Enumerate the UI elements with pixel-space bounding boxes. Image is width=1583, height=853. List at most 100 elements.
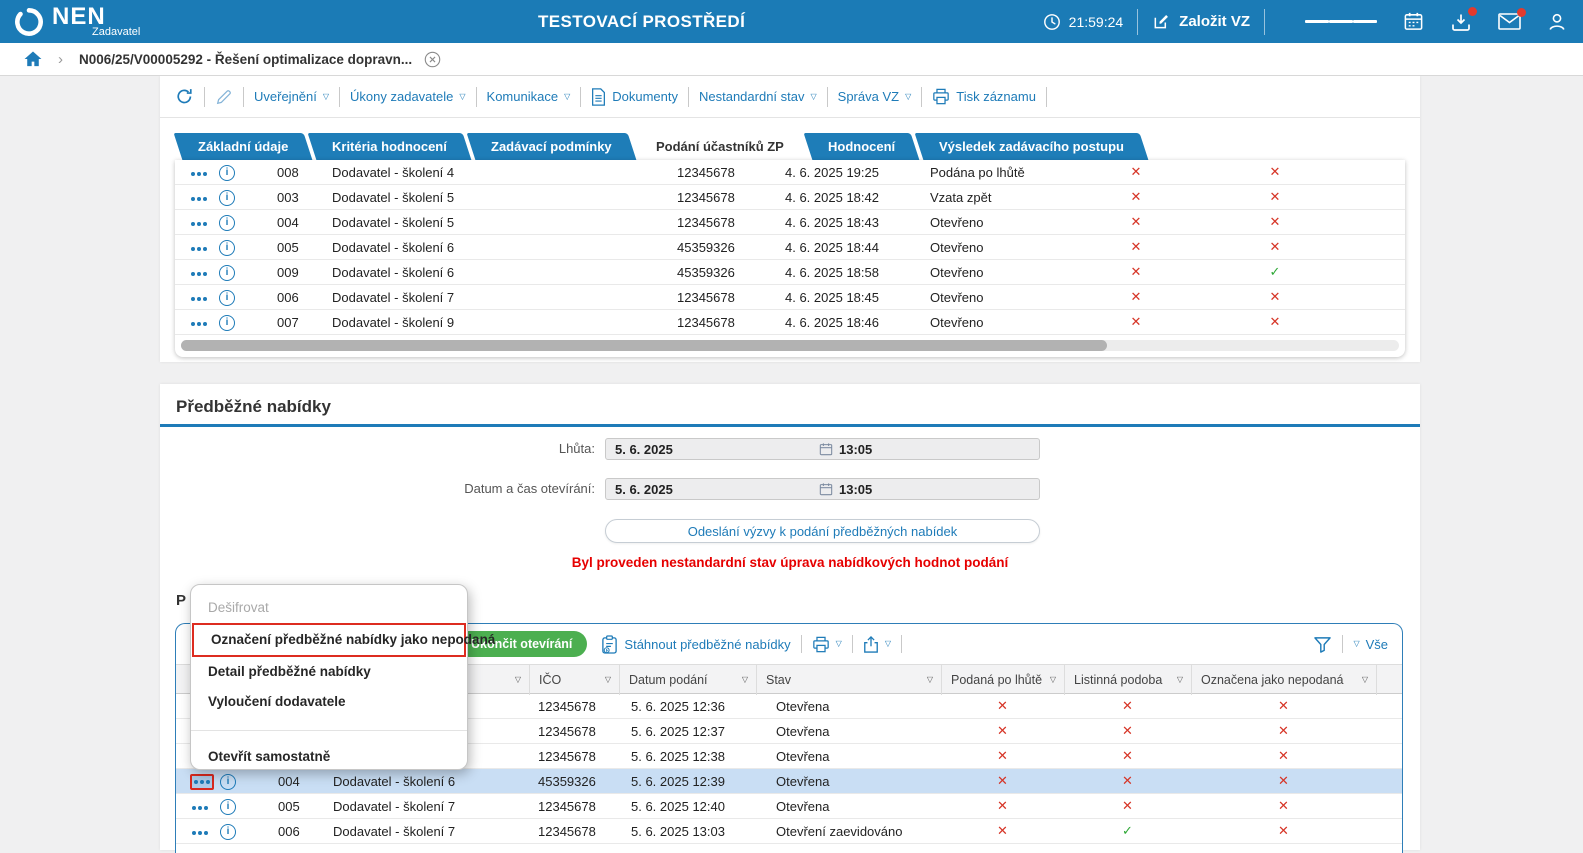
lhuta-field[interactable]: 5. 6. 2025 13:05 xyxy=(605,438,1040,460)
info-icon[interactable]: i xyxy=(220,824,236,840)
lhuta-time-input[interactable]: 13:05 xyxy=(833,442,872,457)
mark-po-lhute: ✕ xyxy=(941,699,1064,714)
print-table-button[interactable]: ▽ xyxy=(812,636,842,653)
menu-item-detail[interactable]: Detail předběžné nabídky xyxy=(191,657,467,687)
menu-tisk-zaznamu[interactable]: Tisk záznamu xyxy=(932,88,1036,105)
mark-nepodana: ✕ xyxy=(1191,774,1376,789)
info-icon[interactable]: i xyxy=(219,215,235,231)
record-toolbar: Uveřejnění▽ Úkony zadavatele▽ Komunikace… xyxy=(160,76,1420,118)
menu-dokumenty[interactable]: Dokumenty xyxy=(591,88,678,106)
row-actions-icon[interactable] xyxy=(192,776,212,788)
column-filter-icon[interactable]: ▽ xyxy=(1362,665,1368,695)
user-profile-icon[interactable] xyxy=(1547,12,1567,32)
column-filter-icon[interactable]: ▽ xyxy=(1050,665,1056,695)
edit-record-icon[interactable] xyxy=(215,88,233,106)
row-actions-icon[interactable] xyxy=(189,243,209,255)
row-number: 005 xyxy=(247,240,317,255)
row-actions-icon[interactable] xyxy=(189,218,209,230)
info-icon[interactable]: i xyxy=(219,265,235,281)
row-actions-icon[interactable] xyxy=(190,802,210,814)
downloads-icon[interactable] xyxy=(1450,12,1472,32)
menu-item-vylouceni[interactable]: Vyloučení dodavatele xyxy=(191,687,467,717)
column-filter-icon[interactable]: ▽ xyxy=(1177,665,1183,695)
stav-value: Otevření zaevidováno xyxy=(756,824,941,839)
menu-item-otevrit-samostatne[interactable]: Otevřít samostatně xyxy=(191,742,467,772)
download-bids-button[interactable]: Stáhnout předběžné nabídky xyxy=(601,635,790,654)
column-filter-icon[interactable]: ▽ xyxy=(605,665,611,695)
table-row[interactable]: i 005 Dodavatel - školení 6 45359326 4. … xyxy=(175,235,1405,260)
mark-listinna: ✓ xyxy=(1064,824,1191,839)
row-number: 004 xyxy=(247,215,317,230)
tab-hodnoceni[interactable]: Hodnocení xyxy=(803,133,919,160)
stav-value: Otevřena xyxy=(756,699,941,714)
row-actions-icon[interactable] xyxy=(189,168,209,180)
messages-badge xyxy=(1517,8,1526,17)
menu-ukony-zadavatele[interactable]: Úkony zadavatele▽ xyxy=(350,89,466,104)
breadcrumb-close-icon[interactable] xyxy=(424,51,441,68)
info-icon[interactable]: i xyxy=(219,290,235,306)
table-row[interactable]: i 006 Dodavatel - školení 7 12345678 4. … xyxy=(175,285,1405,310)
otevirani-time-input[interactable]: 13:05 xyxy=(833,482,872,497)
tab-kriteria-hodnoceni[interactable]: Kritéria hodnocení xyxy=(308,133,472,160)
table-row[interactable]: i 004 Dodavatel - školení 5 12345678 4. … xyxy=(175,210,1405,235)
messages-icon[interactable] xyxy=(1498,13,1521,30)
row-actions-icon[interactable] xyxy=(189,318,209,330)
otevirani-field[interactable]: 5. 6. 2025 13:05 xyxy=(605,478,1040,500)
view-filter-select[interactable]: ▽ Vše xyxy=(1353,637,1388,652)
row-actions-icon[interactable] xyxy=(190,827,210,839)
info-icon[interactable]: i xyxy=(219,315,235,331)
create-vz-label: Založit VZ xyxy=(1179,13,1250,30)
row-actions-icon[interactable] xyxy=(189,193,209,205)
ico-value: 12345678 xyxy=(647,215,762,230)
column-filter-icon[interactable]: ▽ xyxy=(927,665,933,695)
info-icon[interactable]: i xyxy=(220,799,236,815)
table-row[interactable]: i 009 Dodavatel - školení 6 45359326 4. … xyxy=(175,260,1405,285)
main-menu-icon[interactable] xyxy=(1305,16,1377,27)
menu-sprava-vz[interactable]: Správa VZ▽ xyxy=(838,89,912,104)
tab-zadavaci-podminky[interactable]: Zadávací podmínky xyxy=(467,133,636,160)
table-row-selected[interactable]: i 004 Dodavatel - školení 6 45359326 5. … xyxy=(176,769,1402,794)
info-icon[interactable]: i xyxy=(219,190,235,206)
environment-title: TESTOVACÍ PROSTŘEDÍ xyxy=(538,0,745,43)
home-icon[interactable] xyxy=(24,51,42,67)
menu-komunikace[interactable]: Komunikace▽ xyxy=(487,89,571,104)
breadcrumb-item[interactable]: N006/25/V00005292 - Řešení optimalizace … xyxy=(79,52,412,67)
mark-po-lhute: ✕ xyxy=(941,824,1064,839)
lhuta-date-input[interactable]: 5. 6. 2025 xyxy=(606,442,819,457)
scrollbar-thumb[interactable] xyxy=(181,340,1107,351)
ico-value: 12345678 xyxy=(647,165,762,180)
export-table-button[interactable]: ▽ xyxy=(863,635,891,654)
create-vz-button[interactable]: Založit VZ xyxy=(1152,12,1250,31)
menu-uverejneni[interactable]: Uveřejnění▽ xyxy=(254,89,329,104)
col-datum-podani: Datum podání ▽ xyxy=(619,665,756,695)
column-filter-icon[interactable]: ▽ xyxy=(515,665,521,695)
nen-logo[interactable]: NEN Zadavatel xyxy=(0,5,140,38)
tab-podani-ucastniku[interactable]: Podání účastníků ZP xyxy=(631,133,808,160)
table-row[interactable]: i 005 Dodavatel - školení 7 12345678 5. … xyxy=(176,794,1402,819)
calendar-icon[interactable] xyxy=(1403,11,1424,32)
filter-icon[interactable] xyxy=(1313,636,1332,653)
table-row[interactable]: i 006 Dodavatel - školení 7 12345678 5. … xyxy=(176,819,1402,844)
info-icon[interactable]: i xyxy=(219,165,235,181)
menu-nestandardni-stav[interactable]: Nestandardní stav▽ xyxy=(699,89,817,104)
refresh-icon[interactable] xyxy=(175,87,194,106)
column-filter-icon[interactable]: ▽ xyxy=(742,665,748,695)
table-row[interactable]: i 007 Dodavatel - školení 9 12345678 4. … xyxy=(175,310,1405,335)
record-tabs: Základní údaje Kritéria hodnocení Zadáva… xyxy=(170,133,1148,160)
mark-po-lhute: ✕ xyxy=(941,749,1064,764)
otevirani-date-input[interactable]: 5. 6. 2025 xyxy=(606,482,819,497)
row-actions-icon[interactable] xyxy=(189,268,209,280)
mark-nepodana: ✕ xyxy=(1191,724,1376,739)
stav-value: Otevřena xyxy=(756,749,941,764)
supplier-name: Dodavatel - školení 5 xyxy=(317,215,647,230)
menu-item-oznacit-nepodana[interactable]: Označení předběžné nabídky jako nepodaná xyxy=(192,623,466,657)
table-row[interactable]: i 008 Dodavatel - školení 4 12345678 4. … xyxy=(175,160,1405,185)
info-icon[interactable]: i xyxy=(219,240,235,256)
table-row[interactable]: i 003 Dodavatel - školení 5 12345678 4. … xyxy=(175,185,1405,210)
podani-table: i 008 Dodavatel - školení 4 12345678 4. … xyxy=(175,160,1405,357)
send-call-button[interactable]: Odeslání výzvy k podání předběžných nabí… xyxy=(605,519,1040,543)
row-actions-icon[interactable] xyxy=(189,293,209,305)
info-icon[interactable]: i xyxy=(220,774,236,790)
tab-zakladni-udaje[interactable]: Základní údaje xyxy=(174,133,313,160)
tab-vysledek[interactable]: Výsledek zadávacího postupu xyxy=(914,133,1148,160)
